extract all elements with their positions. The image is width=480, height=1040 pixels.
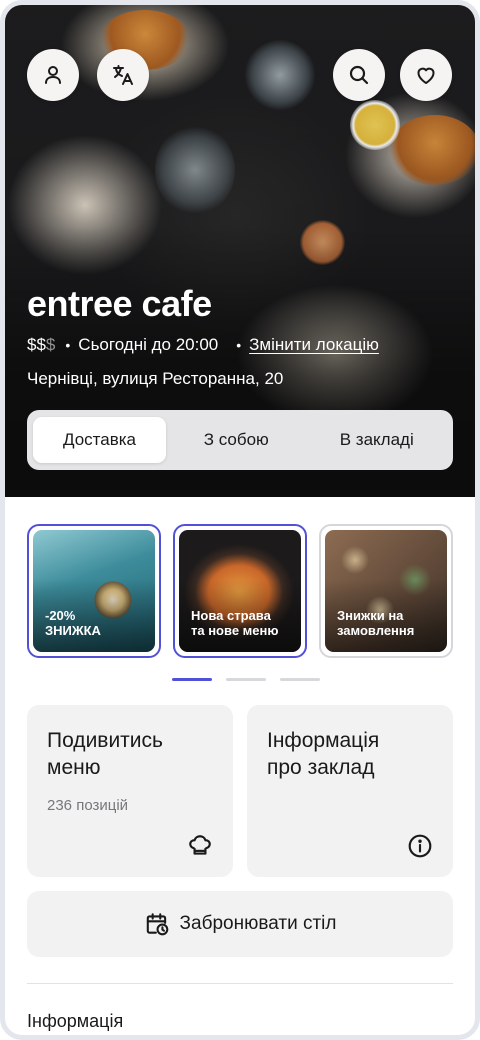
promo-card-discount[interactable]: -20% ЗНИЖКА bbox=[27, 524, 161, 658]
book-table-label: Забронювати стіл bbox=[179, 913, 337, 934]
tile-title: Інформація про заклад bbox=[267, 729, 380, 779]
separator-dot: • bbox=[65, 337, 71, 353]
search-button[interactable] bbox=[333, 49, 385, 101]
pager-dot-active[interactable] bbox=[172, 678, 212, 681]
promo-carousel: -20% ЗНИЖКА Нова страва та нове меню Зни… bbox=[27, 524, 453, 658]
heart-icon bbox=[417, 67, 435, 84]
profile-button[interactable] bbox=[27, 49, 79, 101]
translate-icon bbox=[113, 65, 133, 85]
tile-title: Подивитись меню bbox=[47, 729, 163, 779]
translate-button[interactable] bbox=[97, 49, 149, 101]
separator-dot: • bbox=[236, 337, 242, 353]
promo-card-order-discounts[interactable]: Знижки на замовлення bbox=[319, 524, 453, 658]
price-level-inactive: $ bbox=[45, 335, 56, 354]
search-icon bbox=[349, 65, 369, 85]
promo-image: Нова страва та нове меню bbox=[179, 530, 301, 652]
order-mode-switcher: Доставка З собою В закладі bbox=[27, 410, 453, 470]
app-screen: entree cafe $$ $ • Сьогодні до 20:00 • Зм… bbox=[0, 0, 480, 1040]
info-section-heading: Інформація bbox=[27, 1011, 124, 1031]
pager-dot[interactable] bbox=[226, 678, 266, 681]
promo-image: Знижки на замовлення bbox=[325, 530, 447, 652]
promo-caption: Знижки на замовлення bbox=[337, 608, 415, 638]
price-level: $$ bbox=[27, 335, 46, 354]
opening-hours: Сьогодні до 20:00 bbox=[78, 335, 219, 354]
promo-card-new-menu[interactable]: Нова страва та нове меню bbox=[173, 524, 307, 658]
tab-delivery[interactable]: Доставка bbox=[33, 417, 166, 463]
restaurant-address: Чернівці, вулиця Ресторанна, 20 bbox=[27, 369, 284, 388]
venue-info-tile[interactable]: Інформація про заклад bbox=[247, 705, 453, 877]
view-menu-tile[interactable]: Подивитись меню 236 позицій bbox=[27, 705, 233, 877]
hero-banner: entree cafe $$ $ • Сьогодні до 20:00 • Зм… bbox=[5, 5, 475, 497]
promo-caption: Нова страва та нове меню bbox=[191, 608, 279, 638]
pager-dot[interactable] bbox=[280, 678, 320, 681]
restaurant-meta: $$ $ • Сьогодні до 20:00 • Змінити локаці… bbox=[27, 335, 379, 355]
promo-caption: -20% ЗНИЖКА bbox=[45, 608, 101, 638]
restaurant-name: entree cafe bbox=[27, 283, 212, 324]
chef-hat-icon bbox=[189, 835, 211, 855]
carousel-pager bbox=[172, 678, 320, 681]
info-icon bbox=[408, 834, 432, 858]
tab-takeaway[interactable]: З собою bbox=[166, 417, 307, 463]
menu-item-count: 236 позицій bbox=[47, 797, 129, 814]
promo-image: -20% ЗНИЖКА bbox=[33, 530, 155, 652]
calendar-clock-icon bbox=[146, 913, 168, 936]
tab-dine-in[interactable]: В закладі bbox=[307, 417, 448, 463]
section-divider bbox=[27, 983, 453, 984]
user-icon bbox=[45, 66, 61, 84]
favorite-button[interactable] bbox=[400, 49, 452, 101]
change-location-link[interactable]: Змінити локацію bbox=[249, 335, 379, 355]
book-table-button[interactable]: Забронювати стіл bbox=[27, 891, 453, 957]
